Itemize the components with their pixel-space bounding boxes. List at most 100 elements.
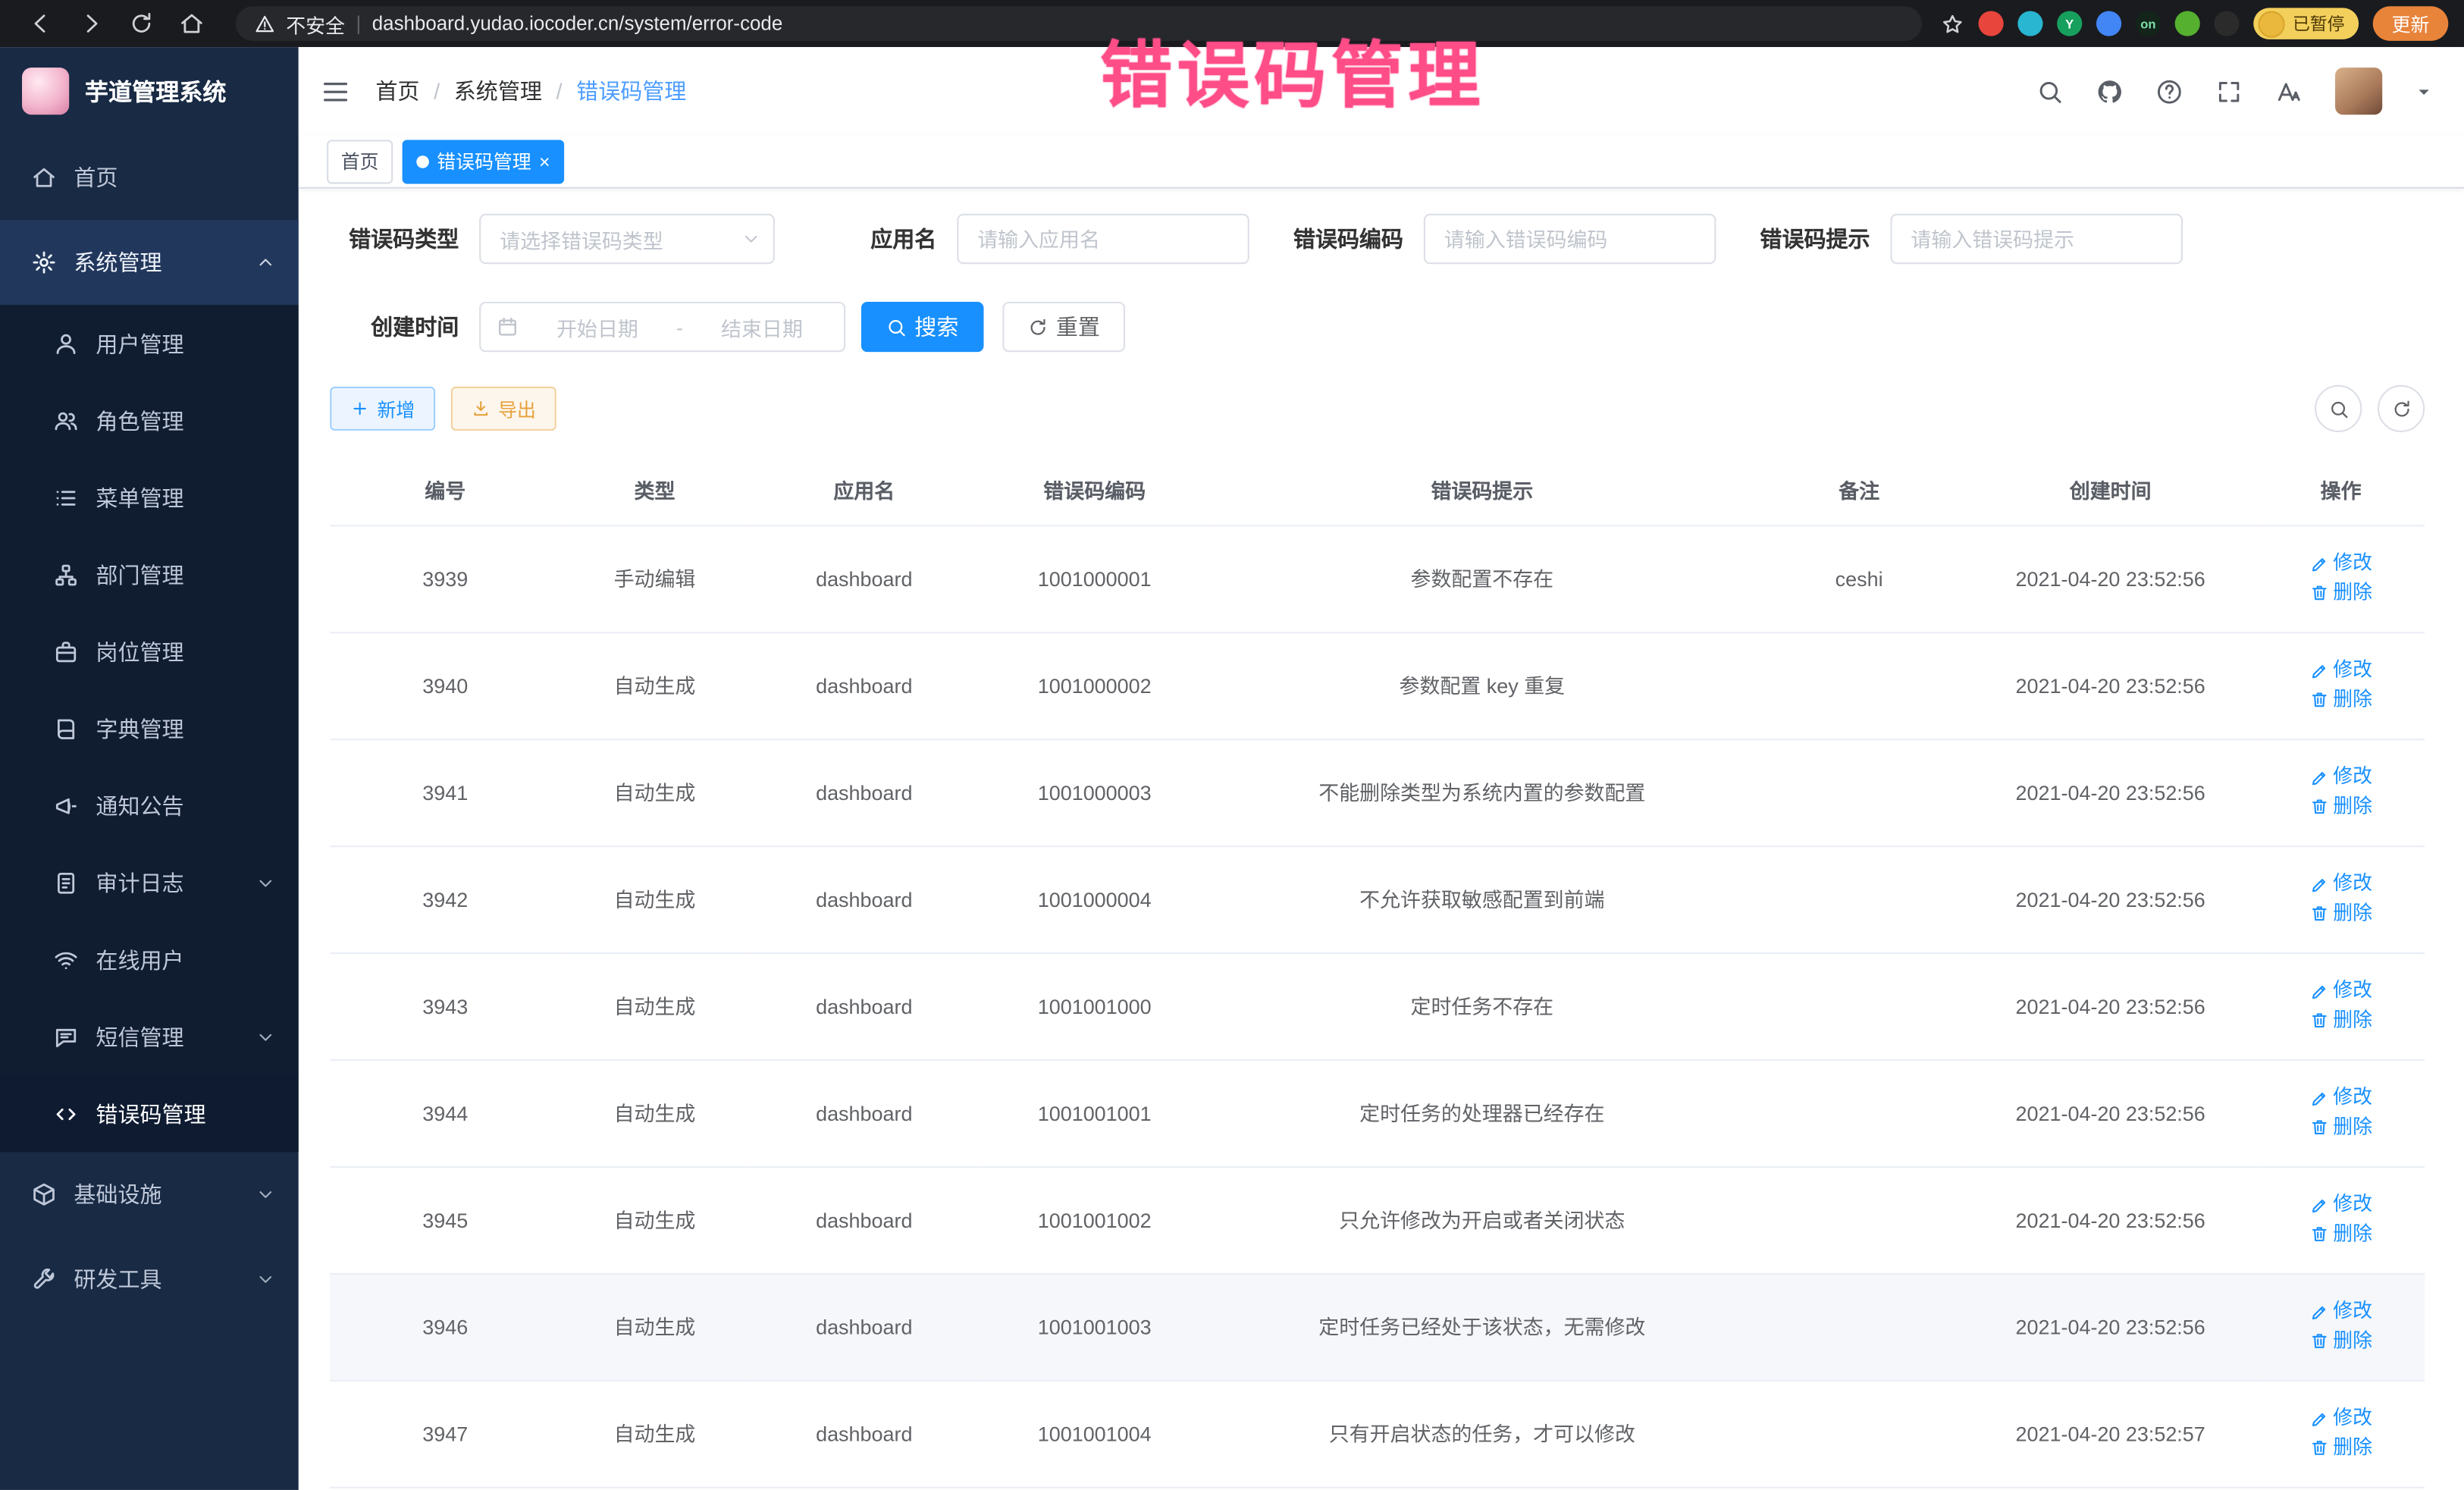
edit-link[interactable]: 修改 [2309,764,2372,790]
dark-on-switch-extension-icon[interactable]: on [2136,11,2161,36]
edit-link[interactable]: 修改 [2309,977,2372,1004]
edit-link[interactable]: 修改 [2309,1298,2372,1325]
code-input[interactable] [1425,215,1714,262]
browser-back-icon[interactable] [28,11,53,36]
sidebar-item-12[interactable]: 错误码管理 [0,1075,299,1153]
tab-home[interactable]: 首页 [327,139,393,183]
table-row[interactable]: 3946自动生成dashboard1001001003定时任务已经处于该状态，无… [330,1274,2425,1381]
browser-reload-icon[interactable] [129,11,154,36]
table-row[interactable]: 3944自动生成dashboard1001001001定时任务的处理器已经存在2… [330,1060,2425,1167]
edit-link[interactable]: 修改 [2309,1405,2372,1432]
delete-link[interactable]: 删除 [2309,900,2372,927]
github-icon[interactable] [2096,78,2123,105]
sidebar-item-11[interactable]: 短信管理 [0,998,299,1075]
edit-link[interactable]: 修改 [2309,550,2372,576]
cell-operations: 修改删除 [2257,1488,2425,1490]
avatar-caret-icon[interactable] [2415,83,2433,100]
edit-link[interactable]: 修改 [2309,1084,2372,1111]
delete-link[interactable]: 删除 [2309,579,2372,606]
fullscreen-icon[interactable] [2216,78,2243,105]
delete-link[interactable]: 删除 [2309,1220,2372,1247]
black-plugin-extension-icon[interactable] [2214,11,2239,36]
cell-id: 3942 [330,846,560,953]
delete-link[interactable]: 删除 [2309,1114,2372,1140]
teal-drop-extension-icon[interactable] [2017,11,2042,36]
column-header[interactable]: 错误码提示 [1210,453,1754,525]
end-date[interactable]: 结束日期 [696,312,829,341]
column-header[interactable]: 操作 [2257,453,2425,525]
hamburger-icon[interactable] [321,77,350,106]
edit-link[interactable]: 修改 [2309,1191,2372,1218]
sidebar-logo[interactable]: 芋道管理系统 [0,47,299,135]
breadcrumb-system[interactable]: 系统管理 [454,75,542,106]
column-header[interactable]: 创建时间 [1964,453,2257,525]
reset-button[interactable]: 重置 [1002,302,1125,352]
search-icon[interactable] [2036,78,2063,105]
profile-paused-badge[interactable]: 已暂停 [2253,8,2359,39]
font-size-icon[interactable] [2275,78,2302,105]
sidebar-item-14[interactable]: 研发工具 [0,1237,299,1322]
hint-input[interactable] [1892,215,2181,262]
blue-grid-extension-icon[interactable] [2096,11,2121,36]
browser-forward-icon[interactable] [79,11,104,36]
date-range-picker[interactable]: 开始日期 - 结束日期 [479,302,845,352]
table-row[interactable]: 3945自动生成dashboard1001001002只允许修改为开启或者关闭状… [330,1167,2425,1274]
delete-link[interactable]: 删除 [2309,1007,2372,1034]
wrench-icon [31,1267,56,1292]
delete-link[interactable]: 删除 [2309,793,2372,820]
cell-type: 自动生成 [560,1381,749,1488]
trash-icon [2309,904,2328,923]
sidebar-item-7[interactable]: 字典管理 [0,690,299,767]
sidebar-item-6[interactable]: 岗位管理 [0,613,299,690]
delete-link[interactable]: 删除 [2309,1434,2372,1460]
green-y-extension-icon[interactable]: Y [2057,11,2082,36]
red-circle-extension-icon[interactable] [1978,11,2003,36]
sidebar-item-3[interactable]: 角色管理 [0,382,299,460]
tab-close-icon[interactable]: × [539,152,550,171]
user-avatar[interactable] [2335,67,2382,114]
sidebar-item-9[interactable]: 审计日志 [0,844,299,921]
edit-link[interactable]: 修改 [2309,870,2372,897]
delete-link[interactable]: 删除 [2309,1327,2372,1354]
edit-link[interactable]: 修改 [2309,657,2372,683]
sidebar-item-5[interactable]: 部门管理 [0,536,299,613]
table-row[interactable]: 3940自动生成dashboard1001000002参数配置 key 重复20… [330,632,2425,739]
table-row[interactable]: 3939手动编辑dashboard1001000001参数配置不存在ceshi2… [330,525,2425,632]
table-row[interactable]: 3941自动生成dashboard1001000003不能删除类型为系统内置的参… [330,739,2425,846]
address-bar[interactable]: 不安全 | dashboard.yudao.iocoder.cn/system/… [236,6,1922,41]
table-row[interactable]: 3942自动生成dashboard1001000004不允许获取敏感配置到前端2… [330,846,2425,953]
export-button[interactable]: 导出 [451,387,556,431]
table-row[interactable]: 3947自动生成dashboard1001001004只有开启状态的任务，才可以… [330,1381,2425,1488]
column-header[interactable]: 备注 [1754,453,1964,525]
search-button[interactable]: 搜索 [861,302,984,352]
app-input[interactable] [958,215,1247,262]
column-header[interactable]: 编号 [330,453,560,525]
bookmark-star-icon[interactable] [1941,12,1964,36]
show-search-toggle-button[interactable] [2315,385,2362,432]
help-icon[interactable] [2156,78,2183,105]
browser-home-icon[interactable] [179,11,204,36]
breadcrumb-home[interactable]: 首页 [375,75,419,106]
column-header[interactable]: 错误码编码 [980,453,1210,525]
delete-link[interactable]: 删除 [2309,686,2372,713]
green-leaf-extension-icon[interactable] [2175,11,2200,36]
start-date[interactable]: 开始日期 [531,312,664,341]
sidebar-item-1[interactable]: 系统管理 [0,220,299,305]
column-header[interactable]: 类型 [560,453,749,525]
sidebar-item-13[interactable]: 基础设施 [0,1152,299,1237]
type-select[interactable]: 请选择错误码类型 [479,214,775,264]
tab-error-code[interactable]: 错误码管理 × [403,139,565,183]
cell-app: dashboard [749,953,980,1060]
refresh-table-button[interactable] [2378,385,2425,432]
browser-update-button[interactable]: 更新 [2373,6,2449,41]
sidebar-item-10[interactable]: 在线用户 [0,921,299,999]
sidebar-item-4[interactable]: 菜单管理 [0,459,299,536]
column-header[interactable]: 应用名 [749,453,980,525]
add-button[interactable]: 新增 [330,387,435,431]
table-row[interactable]: 3943自动生成dashboard1001001000定时任务不存在2021-0… [330,953,2425,1060]
sidebar-item-8[interactable]: 通知公告 [0,767,299,844]
sidebar-item-0[interactable]: 首页 [0,135,299,220]
user-icon [53,331,78,356]
table-row[interactable]: 3948自动生成dashboard1001001005CRON 表达式不正确20… [330,1488,2425,1490]
sidebar-item-2[interactable]: 用户管理 [0,305,299,382]
